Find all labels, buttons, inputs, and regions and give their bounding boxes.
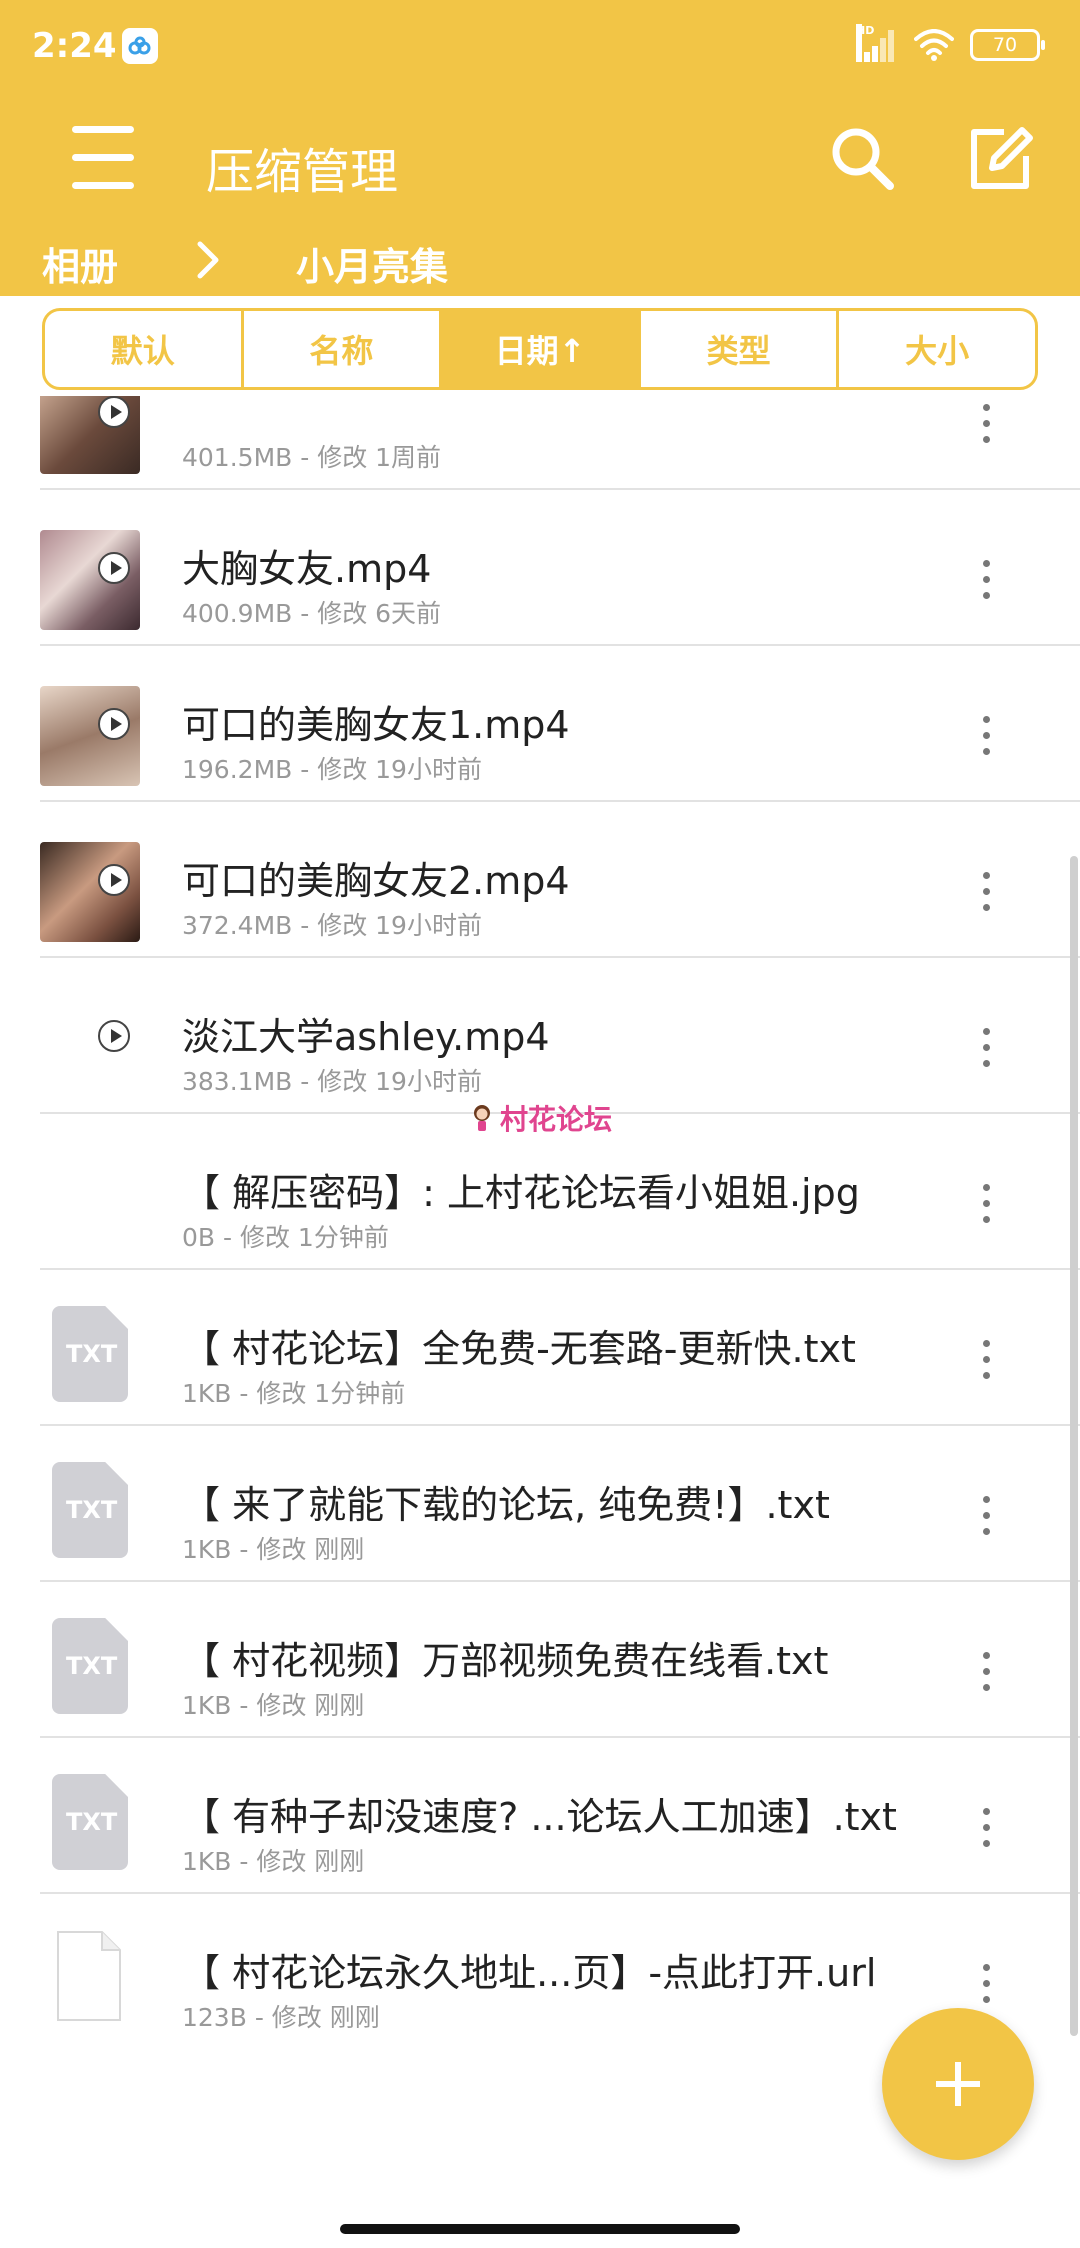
battery-indicator: 70	[970, 29, 1045, 61]
txt-file-icon: TXT	[52, 1306, 128, 1402]
more-options-icon[interactable]	[980, 1028, 992, 1068]
file-row[interactable]: 大胸女友.mp4 400.9MB - 修改 6天前	[40, 490, 1080, 646]
video-thumbnail	[40, 686, 140, 786]
cellular-signal-icon: HD	[856, 24, 898, 62]
file-name: 可口的美胸女友2.mp4	[182, 859, 570, 903]
file-row[interactable]: 401.5MB - 修改 1周前	[40, 396, 1080, 490]
more-options-icon[interactable]	[980, 872, 992, 912]
play-icon	[98, 396, 130, 428]
file-row[interactable]: TXT 【 来了就能下载的论坛, 纯免费!】.txt 1KB - 修改 刚刚	[40, 1426, 1080, 1582]
file-meta: 1KB - 修改 刚刚	[182, 1535, 365, 1564]
menu-icon[interactable]	[72, 126, 136, 190]
more-options-icon[interactable]	[980, 1808, 992, 1848]
play-icon	[98, 864, 130, 896]
more-options-icon[interactable]	[980, 560, 992, 600]
file-name: 淡江大学ashley.mp4	[182, 1015, 550, 1059]
chevron-right-icon	[197, 241, 219, 279]
file-row[interactable]: 可口的美胸女友2.mp4 372.4MB - 修改 19小时前	[40, 802, 1080, 958]
file-name: 大胸女友.mp4	[182, 547, 432, 591]
file-name: 【 村花视频】万部视频免费在线看.txt	[182, 1639, 829, 1683]
file-name: 【 有种子却没速度? ...论坛人工加速】.txt	[182, 1795, 897, 1839]
file-meta: 1KB - 修改 1分钟前	[182, 1379, 406, 1408]
play-icon	[98, 552, 130, 584]
sort-tab-type[interactable]: 类型	[641, 311, 840, 387]
txt-file-icon: TXT	[52, 1618, 128, 1714]
status-time: 2:24	[32, 26, 117, 66]
app-header: 2:24 HD 70 压缩管理 相册 小月亮集	[0, 0, 1080, 296]
breadcrumb: 相册 小月亮集	[0, 226, 1080, 296]
more-options-icon[interactable]	[980, 1964, 992, 2004]
file-meta: 400.9MB - 修改 6天前	[182, 599, 442, 628]
file-row[interactable]: 淡江大学ashley.mp4 383.1MB - 修改 19小时前	[40, 958, 1080, 1114]
toolbar: 压缩管理	[0, 96, 1080, 226]
file-meta: 401.5MB - 修改 1周前	[182, 443, 442, 472]
edit-icon[interactable]	[964, 124, 1036, 196]
network-label: HD	[856, 24, 874, 62]
page-title: 压缩管理	[206, 144, 399, 200]
file-row[interactable]: TXT 【 村花论坛】全免费-无套路-更新快.txt 1KB - 修改 1分钟前	[40, 1270, 1080, 1426]
file-meta: 123B - 修改 刚刚	[182, 2003, 380, 2032]
file-name: 可口的美胸女友1.mp4	[182, 703, 570, 747]
sort-tab-default[interactable]: 默认	[45, 311, 244, 387]
watermark: 村花论坛	[470, 1098, 612, 1138]
watermark-text: 村花论坛	[500, 1103, 613, 1136]
more-options-icon[interactable]	[980, 1496, 992, 1536]
sort-tab-date[interactable]: 日期↑	[442, 311, 641, 387]
file-meta: 372.4MB - 修改 19小时前	[182, 911, 482, 940]
plus-icon	[936, 2062, 980, 2106]
more-options-icon[interactable]	[980, 404, 992, 444]
file-list: 401.5MB - 修改 1周前 大胸女友.mp4 400.9MB - 修改 6…	[0, 396, 1080, 2036]
file-row[interactable]: TXT 【 村花视频】万部视频免费在线看.txt 1KB - 修改 刚刚	[40, 1582, 1080, 1738]
more-options-icon[interactable]	[980, 716, 992, 756]
file-name: 【 村花论坛永久地址...页】-点此打开.url	[182, 1951, 877, 1995]
status-bar: 2:24 HD 70	[0, 0, 1080, 96]
file-row[interactable]: TXT 【 有种子却没速度? ...论坛人工加速】.txt 1KB - 修改 刚…	[40, 1738, 1080, 1894]
sort-tab-size[interactable]: 大小	[839, 311, 1035, 387]
play-icon	[98, 708, 130, 740]
txt-file-icon: TXT	[52, 1462, 128, 1558]
sort-bar: 默认 名称 日期↑ 类型 大小	[42, 308, 1038, 390]
file-meta: 196.2MB - 修改 19小时前	[182, 755, 482, 784]
more-options-icon[interactable]	[980, 1340, 992, 1380]
file-name: 【 解压密码】: 上村花论坛看小姐姐.jpg	[182, 1171, 860, 1215]
search-icon[interactable]	[826, 122, 898, 194]
more-options-icon[interactable]	[980, 1652, 992, 1692]
file-meta: 0B - 修改 1分钟前	[182, 1223, 389, 1252]
add-button[interactable]	[882, 2008, 1034, 2160]
file-row[interactable]: 可口的美胸女友1.mp4 196.2MB - 修改 19小时前	[40, 646, 1080, 802]
more-options-icon[interactable]	[980, 1184, 992, 1224]
status-indicators: HD 70	[856, 24, 1045, 62]
video-thumbnail	[40, 842, 140, 942]
video-thumbnail	[40, 530, 140, 630]
file-name: 【 村花论坛】全免费-无套路-更新快.txt	[182, 1327, 856, 1371]
file-meta: 1KB - 修改 刚刚	[182, 1847, 365, 1876]
file-name: 【 来了就能下载的论坛, 纯免费!】.txt	[182, 1483, 830, 1527]
wifi-icon	[914, 29, 954, 61]
girl-icon	[474, 1105, 490, 1131]
file-meta: 383.1MB - 修改 19小时前	[182, 1067, 482, 1096]
breadcrumb-item-album[interactable]: 相册	[42, 236, 118, 291]
blank-file-icon	[57, 1931, 121, 2021]
cloud-app-icon	[122, 28, 158, 64]
scrollbar[interactable]	[1070, 856, 1078, 2036]
breadcrumb-item-current[interactable]: 小月亮集	[296, 236, 448, 291]
sort-tab-name[interactable]: 名称	[244, 311, 443, 387]
play-icon	[98, 1020, 130, 1052]
file-meta: 1KB - 修改 刚刚	[182, 1691, 365, 1720]
txt-file-icon: TXT	[52, 1774, 128, 1870]
home-indicator	[340, 2224, 740, 2234]
